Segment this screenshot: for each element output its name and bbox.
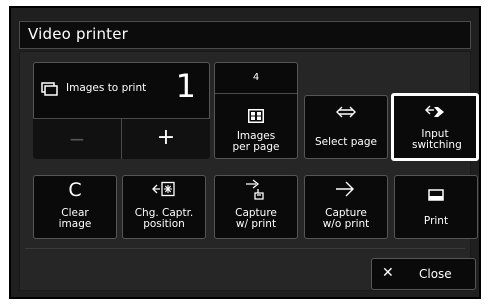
page-swap-icon xyxy=(305,104,387,124)
close-label: Close xyxy=(419,267,452,281)
select-page-label: Select page xyxy=(315,136,377,148)
select-page-button[interactable]: Select page xyxy=(304,95,388,159)
images-stack-icon xyxy=(41,81,59,96)
images-per-page-value: 4 xyxy=(252,72,260,83)
top-divider xyxy=(215,93,297,94)
capture-print-icon xyxy=(215,179,297,205)
decrement-button[interactable]: − xyxy=(33,119,121,159)
capture-with-print-label: Capture w/ print xyxy=(235,207,277,230)
plus-icon: + xyxy=(156,125,176,150)
input-switch-icon xyxy=(394,104,476,124)
print-screen-icon xyxy=(395,186,477,205)
capture-without-print-label: Capture w/o print xyxy=(322,207,370,230)
chg-captr-position-button[interactable]: Chg. Captr. position xyxy=(122,175,206,239)
capture-with-print-button[interactable]: Capture w/ print xyxy=(214,175,298,239)
clear-letter-icon: C xyxy=(68,179,82,201)
clear-image-label: Clear image xyxy=(58,207,92,230)
minus-icon: − xyxy=(68,127,86,151)
increment-button[interactable]: + xyxy=(122,119,210,159)
print-label: Print xyxy=(423,215,449,227)
capture-without-print-button[interactable]: Capture w/o print xyxy=(304,175,388,239)
window-title: Video printer xyxy=(28,25,129,43)
print-button[interactable]: Print xyxy=(394,175,478,239)
input-switching-label: Input switching xyxy=(412,128,462,151)
images-per-page-label: Images per page xyxy=(232,130,280,153)
footer-divider xyxy=(25,248,465,249)
position-change-icon xyxy=(123,181,205,201)
capture-arrow-icon xyxy=(305,180,387,202)
images-to-print-value: 1 xyxy=(175,67,196,105)
clear-image-button[interactable]: C Clear image xyxy=(33,175,117,239)
title-bar: Video printer xyxy=(19,21,471,49)
grid-icon xyxy=(215,108,297,127)
chg-captr-position-label: Chg. Captr. position xyxy=(134,207,194,230)
images-per-page-button[interactable]: 4 Images per page xyxy=(214,62,298,159)
close-button[interactable]: ✕ Close xyxy=(371,258,476,290)
close-icon: ✕ xyxy=(382,265,394,281)
input-switching-button[interactable]: Input switching xyxy=(391,93,479,161)
images-to-print-label: Images to print xyxy=(66,82,147,94)
